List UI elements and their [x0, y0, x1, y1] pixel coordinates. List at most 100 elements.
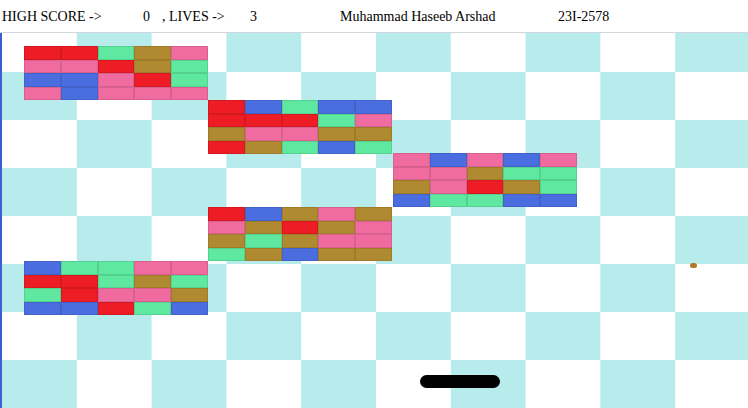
- lives-value: 3: [250, 6, 340, 27]
- brick: [98, 87, 135, 101]
- brick: [245, 114, 282, 128]
- brick: [24, 73, 61, 87]
- brick: [245, 100, 282, 114]
- brick: [208, 221, 245, 235]
- brick: [208, 114, 245, 128]
- brick: [171, 288, 208, 302]
- brick: [282, 127, 319, 141]
- brick: [134, 46, 171, 60]
- brick: [282, 221, 319, 235]
- player-id: 23I-2578: [558, 6, 609, 27]
- brick: [61, 60, 98, 74]
- brick: [355, 221, 392, 235]
- brick: [61, 87, 98, 101]
- brick-group: [393, 153, 577, 207]
- brick: [503, 180, 540, 194]
- brick: [98, 60, 135, 74]
- brick: [98, 275, 135, 289]
- brick: [245, 207, 282, 221]
- brick: [282, 100, 319, 114]
- brick: [467, 180, 504, 194]
- game-board: [0, 33, 748, 408]
- brick: [355, 114, 392, 128]
- hud-bar: HIGH SCORE -> 0 , LIVES -> 3 Muhammad Ha…: [0, 0, 748, 33]
- brick: [467, 194, 504, 208]
- brick: [98, 73, 135, 87]
- brick: [24, 261, 61, 275]
- brick: [430, 167, 467, 181]
- brick: [393, 194, 430, 208]
- brick: [98, 261, 135, 275]
- brick: [467, 167, 504, 181]
- brick: [318, 234, 355, 248]
- brick: [245, 234, 282, 248]
- brick: [61, 73, 98, 87]
- brick: [134, 275, 171, 289]
- brick: [393, 167, 430, 181]
- brick: [318, 207, 355, 221]
- brick: [61, 275, 98, 289]
- brick: [540, 180, 577, 194]
- ball: [690, 263, 697, 268]
- brick: [318, 141, 355, 155]
- brick: [208, 248, 245, 262]
- brick: [282, 141, 319, 155]
- brick: [171, 275, 208, 289]
- brick: [245, 141, 282, 155]
- brick: [540, 167, 577, 181]
- brick: [245, 221, 282, 235]
- brick: [98, 46, 135, 60]
- brick: [134, 73, 171, 87]
- brick: [24, 275, 61, 289]
- brick: [134, 261, 171, 275]
- brick: [355, 100, 392, 114]
- brick: [171, 302, 208, 316]
- brick: [24, 302, 61, 316]
- brick: [282, 234, 319, 248]
- brick: [171, 46, 208, 60]
- brick: [318, 100, 355, 114]
- brick: [208, 127, 245, 141]
- brick: [134, 302, 171, 316]
- brick: [24, 288, 61, 302]
- brick: [355, 127, 392, 141]
- brick-group: [24, 261, 208, 315]
- brick: [171, 87, 208, 101]
- brick: [318, 114, 355, 128]
- brick: [134, 87, 171, 101]
- brick: [208, 207, 245, 221]
- brick: [24, 46, 61, 60]
- brick: [430, 194, 467, 208]
- brick: [24, 87, 61, 101]
- brick: [503, 194, 540, 208]
- brick: [61, 261, 98, 275]
- brick: [355, 141, 392, 155]
- brick: [61, 288, 98, 302]
- brick: [208, 100, 245, 114]
- brick: [208, 234, 245, 248]
- brick: [467, 153, 504, 167]
- brick: [318, 127, 355, 141]
- paddle[interactable]: [420, 375, 500, 388]
- high-score-value: 0: [143, 6, 162, 27]
- brick: [61, 46, 98, 60]
- brick: [430, 180, 467, 194]
- brick: [282, 207, 319, 221]
- brick: [318, 248, 355, 262]
- brick: [430, 153, 467, 167]
- brick: [245, 248, 282, 262]
- brick: [208, 141, 245, 155]
- brick: [61, 302, 98, 316]
- brick: [171, 261, 208, 275]
- brick: [393, 153, 430, 167]
- brick: [393, 180, 430, 194]
- brick: [134, 60, 171, 74]
- brick: [171, 60, 208, 74]
- brick: [98, 302, 135, 316]
- brick: [24, 60, 61, 74]
- brick: [540, 194, 577, 208]
- brick: [98, 288, 135, 302]
- brick-group: [208, 207, 392, 261]
- brick: [282, 248, 319, 262]
- brick: [503, 153, 540, 167]
